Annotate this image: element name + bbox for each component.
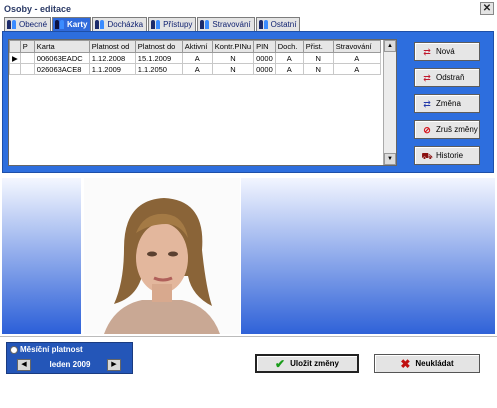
prev-month-button[interactable]: ◀ — [17, 359, 31, 371]
button-label: Uložit změny — [290, 359, 339, 368]
cards-grid: P Karta Platnost od Platnost do Aktivní … — [8, 39, 397, 166]
col-karta[interactable]: Karta — [33, 40, 90, 53]
cell-stravovani: A — [332, 52, 381, 64]
cancel-changes-button[interactable]: ⊘ Zruš změny — [414, 120, 480, 139]
cell-pin: 0000 — [253, 52, 276, 64]
col-aktivni[interactable]: Aktivní — [181, 40, 213, 53]
table-row[interactable]: ▶ 006063EADC 1.12.2008 15.1.2009 A N 000… — [9, 52, 381, 64]
button-label: Odstraň — [436, 73, 465, 82]
cell-aktivni: A — [181, 52, 213, 64]
month-validity-radio[interactable] — [10, 346, 18, 354]
window-titlebar: Osoby - editace — [0, 0, 497, 17]
close-icon: ✕ — [482, 3, 492, 14]
cell-p — [19, 63, 35, 75]
tab-strip: Obecné Karty Docházka Přístupy Stravován… — [4, 17, 301, 31]
new-card-icon: ⇄ — [423, 46, 431, 57]
edit-card-icon: ⇄ — [423, 98, 431, 109]
right-gradient-panel — [241, 178, 495, 334]
people-icon — [151, 20, 161, 29]
scroll-up-icon[interactable]: ▲ — [384, 40, 396, 52]
cell-platnost-do: 15.1.2009 — [134, 52, 183, 64]
col-p[interactable]: P — [19, 40, 35, 53]
tab-pristupy[interactable]: Přístupy — [148, 17, 197, 31]
grid-scrollbar[interactable]: ▲ ▼ — [383, 40, 396, 165]
tab-label: Ostatní — [270, 20, 297, 29]
cell-aktivni: A — [181, 63, 213, 75]
tab-label: Docházka — [107, 20, 144, 29]
col-doch[interactable]: Doch. — [274, 40, 304, 53]
col-pin[interactable]: PIN — [253, 40, 276, 53]
row-indicator — [9, 63, 21, 75]
month-value: leden 2009 — [49, 360, 91, 369]
cell-doch: A — [274, 63, 304, 75]
cell-platnost-do: 1.1.2050 — [134, 63, 183, 75]
arrow-left-icon: ◀ — [21, 361, 27, 368]
tab-ostatni[interactable]: Ostatní — [255, 17, 301, 31]
remove-card-icon: ⇄ — [423, 72, 431, 83]
tab-dochazka[interactable]: Docházka — [92, 17, 148, 31]
cancel-icon: ⊘ — [423, 124, 431, 135]
discard-button[interactable]: ✖ Neukládat — [374, 354, 480, 373]
left-gradient-panel — [2, 178, 81, 334]
tab-label: Přístupy — [163, 20, 193, 29]
cell-karta: 006063EADC — [33, 52, 90, 64]
col-kontr-pinu[interactable]: Kontr.PINu — [211, 40, 255, 53]
cell-platnost-od: 1.12.2008 — [88, 52, 136, 64]
cell-platnost-od: 1.1.2009 — [88, 63, 136, 75]
people-icon — [95, 20, 105, 29]
history-icon: ⛟ — [421, 150, 433, 161]
col-stravovani[interactable]: Stravování — [332, 40, 381, 53]
person-photo — [84, 178, 240, 334]
button-label: Změna — [436, 99, 461, 108]
cell-p — [19, 52, 35, 64]
button-label: Nová — [436, 47, 455, 56]
people-icon — [7, 20, 17, 29]
cell-kontr-pinu: N — [211, 52, 255, 64]
people-icon — [200, 20, 210, 29]
portrait-image — [84, 178, 240, 334]
tab-karty[interactable]: Karty — [52, 17, 92, 31]
tab-label: Obecné — [19, 20, 48, 29]
cell-doch: A — [274, 52, 304, 64]
button-label: Zruš změny — [436, 125, 478, 134]
close-button[interactable]: ✕ — [480, 2, 494, 15]
next-month-button[interactable]: ▶ — [107, 359, 121, 371]
month-validity-panel: Měsíční platnost ◀ leden 2009 ▶ — [6, 342, 133, 374]
col-prist[interactable]: Přist. — [302, 40, 334, 53]
col-platnost-do[interactable]: Platnost do — [134, 40, 183, 53]
people-icon — [55, 20, 65, 29]
x-icon: ✖ — [400, 356, 411, 371]
cell-stravovani: A — [332, 63, 381, 75]
button-label: Neukládat — [415, 359, 454, 368]
scroll-down-icon[interactable]: ▼ — [384, 153, 396, 165]
cell-kontr-pinu: N — [211, 63, 255, 75]
grid-header-row: P Karta Platnost od Platnost do Aktivní … — [9, 40, 381, 53]
col-platnost-od[interactable]: Platnost od — [88, 40, 136, 53]
col-indicator — [9, 40, 21, 53]
row-indicator: ▶ — [9, 52, 21, 64]
people-icon — [258, 20, 269, 29]
checkmark-icon: ✔ — [275, 356, 286, 371]
arrow-right-icon: ▶ — [111, 361, 117, 368]
edit-card-button[interactable]: ⇄ Změna — [414, 94, 480, 113]
remove-card-button[interactable]: ⇄ Odstraň — [414, 68, 480, 87]
table-row[interactable]: 026063ACE8 1.1.2009 1.1.2050 A N 0000 A … — [9, 63, 381, 75]
tab-obecne[interactable]: Obecné — [4, 17, 52, 31]
new-card-button[interactable]: ⇄ Nová — [414, 42, 480, 61]
cell-prist: N — [302, 63, 334, 75]
history-button[interactable]: ⛟ Historie — [414, 146, 480, 165]
cell-karta: 026063ACE8 — [33, 63, 90, 75]
cell-prist: N — [302, 52, 334, 64]
cell-pin: 0000 — [253, 63, 276, 75]
window-title: Osoby - editace — [4, 3, 72, 14]
tab-label: Stravování — [212, 20, 251, 29]
month-validity-label: Měsíční platnost — [20, 345, 83, 354]
tab-stravovani[interactable]: Stravování — [197, 17, 255, 31]
tab-label: Karty — [67, 20, 88, 29]
button-label: Historie — [436, 151, 464, 160]
save-button[interactable]: ✔ Uložit změny — [255, 354, 359, 373]
